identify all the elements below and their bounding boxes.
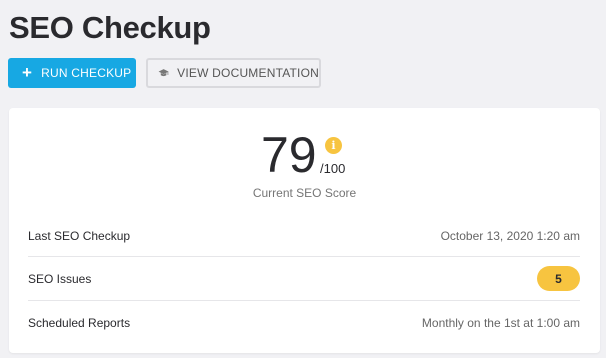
view-documentation-button[interactable]: VIEW DOCUMENTATION: [146, 58, 321, 88]
seo-issues-badge[interactable]: 5: [537, 266, 580, 291]
run-checkup-button[interactable]: + RUN CHECKUP: [8, 58, 136, 88]
seo-score-max: /100: [320, 161, 346, 176]
plus-icon: +: [22, 62, 33, 82]
view-documentation-label: VIEW DOCUMENTATION: [177, 66, 319, 80]
scheduled-reports-label: Scheduled Reports: [28, 315, 131, 330]
seo-score-value: 79: [261, 127, 317, 183]
seo-issues-row: SEO Issues 5: [28, 256, 580, 300]
seo-score-caption: Current SEO Score: [252, 186, 357, 200]
graduation-cap-icon: [158, 69, 169, 77]
seo-checkup-page: SEO Checkup + RUN CHECKUP VIEW DOCUMENTA…: [0, 0, 606, 358]
last-checkup-label: Last SEO Checkup: [28, 229, 131, 243]
scheduled-reports-value: Monthly on the 1st at 1:00 am: [421, 315, 580, 330]
seo-score-card: 79 i /100 Current SEO Score Last SEO Che…: [9, 108, 600, 353]
last-checkup-row: Last SEO Checkup October 13, 2020 1:20 a…: [28, 214, 580, 258]
seo-issues-label: SEO Issues: [28, 271, 92, 286]
run-checkup-label: RUN CHECKUP: [41, 66, 132, 80]
page-title: SEO Checkup: [9, 10, 211, 45]
info-icon[interactable]: i: [325, 137, 342, 154]
last-checkup-value: October 13, 2020 1:20 am: [440, 229, 580, 243]
scheduled-reports-row: Scheduled Reports Monthly on the 1st at …: [28, 300, 580, 344]
